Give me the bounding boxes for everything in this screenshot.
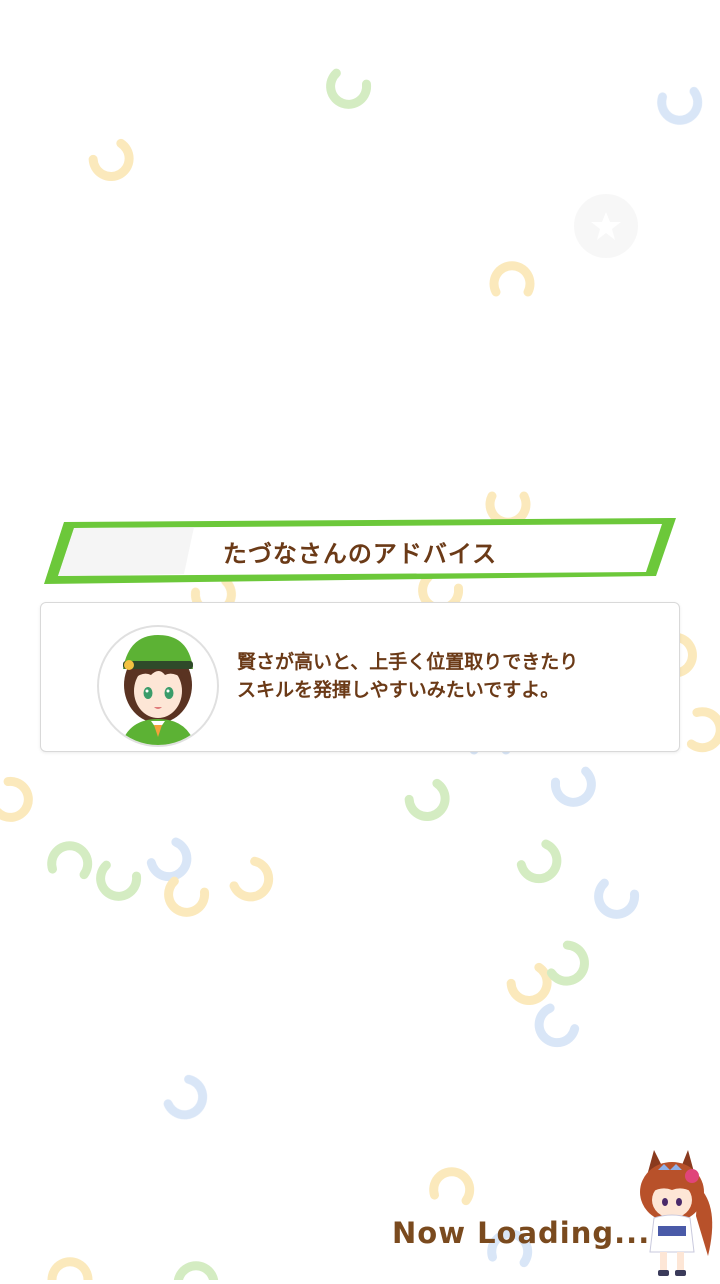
now-loading-label: Now Loading... — [392, 1216, 651, 1250]
tazuna-portrait-icon — [97, 625, 219, 747]
banner-title: たづなさんのアドバイス — [222, 540, 498, 568]
chibi-horse-girl-icon — [628, 1146, 720, 1280]
advice-card: 賢さが高いと、上手く位置取りできたり スキルを発揮しやすいみたいですよ。 — [40, 602, 680, 752]
advice-header-banner: たづなさんのアドバイス — [44, 516, 676, 588]
advice-message: 賢さが高いと、上手く位置取りできたり スキルを発揮しやすいみたいですよ。 — [237, 651, 579, 701]
